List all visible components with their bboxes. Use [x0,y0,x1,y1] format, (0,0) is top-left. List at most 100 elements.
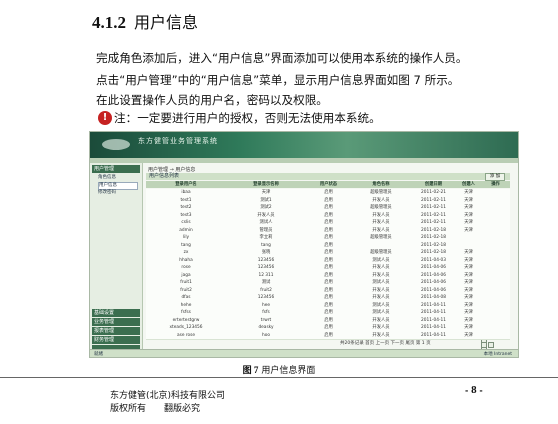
table-cell: 启用 [324,205,333,210]
col-header: 创建人 [462,182,475,187]
table-cell: 2011-04-06 [421,272,446,278]
table-cell: fruit1 [180,280,192,285]
table-cell: 启用 [324,280,333,285]
table-cell: 12 311 [258,272,274,278]
row-actions [481,318,501,352]
table-cell: 启用 [324,250,333,255]
table-cell: 测试1 [260,197,272,203]
table-cell: 启用 [324,317,333,323]
sidebar-group-business[interactable]: 业务管理 [92,318,140,326]
table-cell: dfas [181,295,191,300]
edit-icon[interactable] [481,341,487,348]
figure-caption: 图 7 用户信息界面 [0,363,558,376]
table-cell: 开发人员 [372,227,390,233]
table-cell: 2011-02-11 [421,197,446,203]
page-number-value: 8 [471,384,477,396]
sidebar-item-roles[interactable]: 角色信息 [98,175,136,181]
table-cell: 测试人员 [372,302,390,308]
col-header: 创建日期 [424,182,443,187]
col-header: 登录用户名 [175,182,197,187]
table-cell: 启用 [324,242,333,248]
table-cell: hehe [180,302,192,308]
status-right: 本地 Intranet [483,352,512,357]
table-cell: 启用 [324,295,333,300]
sidebar-group-basic[interactable]: 基础设置 [92,309,140,317]
table-cell: 启用 [324,227,333,233]
table-cell: 天津 [464,310,473,315]
table-cell: 2011-02-11 [421,220,446,225]
row-actions [481,220,501,254]
table-cell: 启用 [324,235,333,240]
app-banner: 东方健管业务管理系统 [90,132,518,158]
table-cell: ase rose [176,332,196,338]
table-cell: 开发人员 [372,272,390,278]
row-actions [481,325,501,357]
table-cell: 开发人员 [372,220,390,225]
table-cell: 测试人 [259,220,273,225]
footer-rights: 版权所有 翻版必究 [110,401,200,414]
table-cell: ibaa [181,190,191,195]
table-cell: 123456 [257,257,275,263]
table-cell: 测试 [261,280,271,285]
row-actions [481,333,501,348]
table-cell: 启用 [324,302,333,308]
table-cell: 天津 [464,227,473,233]
row-actions [481,280,501,314]
table-cell: 启用 [324,257,333,263]
note-text: 注：一定要进行用户的授权，否则无法使用本系统。 [114,111,381,125]
table-cell: 天津 [464,190,473,195]
row-actions [481,213,501,247]
sidebar-group-users[interactable]: 用户管理 [92,165,140,173]
table-cell: 测试人员 [372,280,390,285]
table-cell: 天津 [464,325,473,330]
section-number: 4.1.2 [92,13,126,32]
table-cell: 管理员 [259,227,273,233]
table-cell: 天津 [464,197,473,203]
pager[interactable]: 共20条记录 首页 上一页 下一页 尾页 第 1 页 [340,340,431,346]
user-info-screenshot: 东方健管业务管理系统 用户管理 角色信息 用户信息 修改密码 基础设置 业务管理… [89,131,519,358]
sidebar-group-report[interactable]: 报表管理 [92,327,140,335]
table-cell: 2011-04-03 [421,257,446,263]
table-cell: 启用 [324,212,333,218]
table-cell: admin [179,227,193,233]
table-cell: 启用 [324,332,333,338]
table-cell: 开发人员 [372,295,390,300]
table-cell: hoo [262,332,270,338]
figure-label: 图 7 [242,365,259,375]
status-left: 就绪 [94,352,103,357]
row-actions [481,198,501,232]
paragraph-2: 点击“用户管理”中的“用户信息”菜单，显示用户信息界面如图 7 所示。 [96,73,460,87]
figure-text: 用户信息界面 [261,366,316,376]
table-cell: 2011-02-18 [421,250,446,255]
table-cell: 2011-04-06 [421,280,446,285]
add-user-button[interactable]: 添 加 [485,173,505,181]
table-cell: 天津 [464,265,473,270]
table-cell: 2011-04-11 [421,302,446,308]
table-cell: 2011-02-21 [421,190,446,195]
table-cell: 天津 [464,287,473,293]
table-cell: 2011-04-11 [421,325,446,330]
status-bar: 就绪 本地 Intranet [90,349,518,357]
table-cell: 天津 [261,190,271,195]
table-cell: fsfss [181,310,191,315]
table-cell: 2011-04-11 [421,310,446,315]
table-cell: 开发人员 [372,197,390,203]
sidebar-item-password[interactable]: 修改密码 [98,190,136,196]
row-actions [481,205,501,239]
table-cell: 测试2 [260,205,272,210]
table-cell: 启用 [324,325,333,330]
table-cell: 启用 [324,190,333,195]
table-cell: 2011-02-18 [421,227,446,233]
footer-divider [0,377,558,378]
delete-icon[interactable] [488,341,494,348]
table-cell: 开发人员 [372,287,390,293]
table-cell: 天津 [464,212,473,218]
row-actions [481,288,501,322]
sidebar: 用户管理 角色信息 用户信息 修改密码 基础设置 业务管理 报表管理 财务管理 [90,163,143,349]
table-cell: 超级管理员 [370,250,392,255]
sidebar-item-users[interactable]: 用户信息 [98,182,138,190]
table-cell: 2011-02-11 [421,205,446,210]
table-cell: 开发人员 [372,317,390,323]
table-cell: fruit2 [180,287,192,293]
sidebar-group-finance[interactable]: 财务管理 [92,336,140,344]
